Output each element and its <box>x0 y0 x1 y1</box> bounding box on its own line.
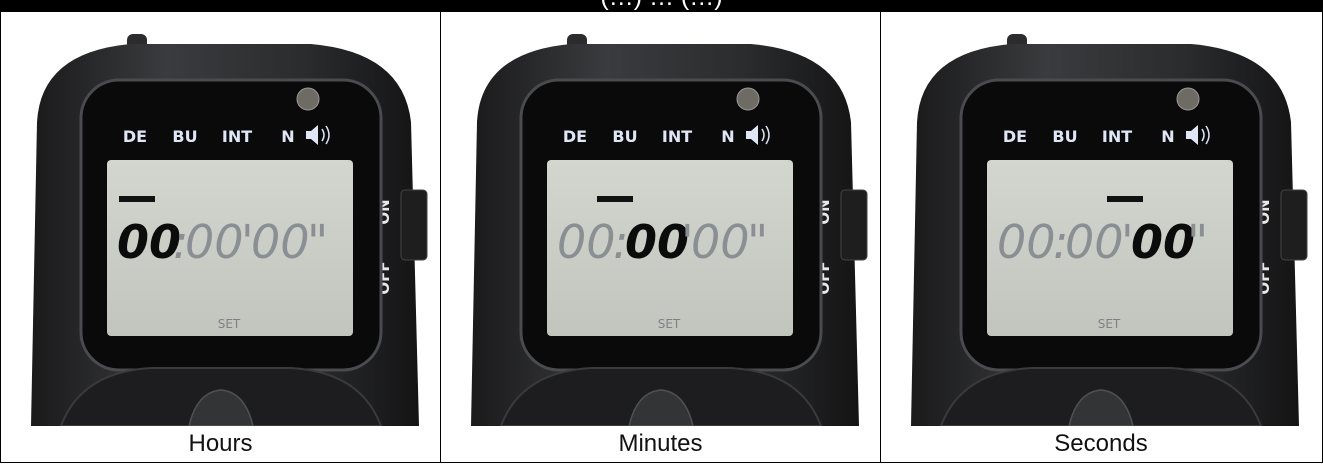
header-title: (…) … (…) <box>0 0 1323 10</box>
panel-caption: Hours <box>188 430 253 457</box>
panel-caption: Minutes <box>618 430 703 457</box>
mode-label: INT <box>222 127 252 146</box>
selection-indicator <box>119 196 155 202</box>
time-digits-minutes: 00 <box>625 215 689 269</box>
power-switch[interactable] <box>840 189 868 261</box>
time-digits-seconds: 00 <box>1131 215 1195 269</box>
device-photo: ON OFF DE BU INT N 00:00 ' 00 " SET <box>441 12 880 426</box>
device-photo: ON OFF DE BU INT N 00:00 ' 00 " SET <box>1 12 440 426</box>
panel-seconds: ON OFF DE BU INT N 00:00 ' 00 " SET Seconds <box>881 12 1321 462</box>
time-digits-hours: 00 <box>997 215 1056 269</box>
light-sensor-icon <box>296 87 320 111</box>
power-switch[interactable] <box>1280 189 1308 261</box>
header-bar: (…) … (…) <box>0 0 1323 12</box>
panel-grid: ON OFF DE BU INT N 00:00 ' 00 " SET Hours ON OFF DE B… <box>0 12 1323 463</box>
set-label: SET <box>218 317 241 331</box>
time-digits-minutes: 00 <box>185 215 244 269</box>
time-digits-hours: 00 <box>557 215 616 269</box>
time-separator: " <box>747 215 768 269</box>
time-separator: " <box>307 215 328 269</box>
mode-label: DE <box>123 127 147 146</box>
mode-label: DE <box>563 127 587 146</box>
time-digits-seconds: 00 <box>691 215 750 269</box>
mode-label: BU <box>612 127 637 146</box>
panel-caption: Seconds <box>1054 430 1148 457</box>
light-sensor-icon <box>736 87 760 111</box>
mode-label: BU <box>172 127 197 146</box>
time-digits-seconds: 00 <box>251 215 310 269</box>
device-photo: ON OFF DE BU INT N 00:00 ' 00 " SET <box>881 12 1321 426</box>
mode-label: INT <box>1102 127 1132 146</box>
device-illustration: ONOFFDE BU INT N00:00'00"SET <box>471 34 868 426</box>
mode-label: BU <box>1052 127 1077 146</box>
power-switch[interactable] <box>400 189 428 261</box>
mode-label: DE <box>1003 127 1027 146</box>
mode-label: INT <box>662 127 692 146</box>
mode-label: N <box>281 127 294 146</box>
device-illustration: ONOFFDE BU INT N00:00'00"SET <box>31 34 428 426</box>
light-sensor-icon <box>1176 87 1200 111</box>
selection-indicator <box>597 196 633 202</box>
device-illustration: ONOFFDE BU INT N00:00'00"SET <box>911 34 1308 426</box>
set-label: SET <box>658 317 681 331</box>
mode-label: N <box>721 127 734 146</box>
selection-indicator <box>1107 196 1143 202</box>
panel-hours: ON OFF DE BU INT N 00:00 ' 00 " SET Hours <box>1 12 441 462</box>
panel-minutes: ON OFF DE BU INT N 00:00 ' 00 " SET Minutes <box>441 12 881 462</box>
mode-label: N <box>1161 127 1174 146</box>
set-label: SET <box>1098 317 1121 331</box>
time-separator: " <box>1187 215 1208 269</box>
time-digits-minutes: 00 <box>1065 215 1124 269</box>
time-digits-hours: 00 <box>117 215 181 269</box>
